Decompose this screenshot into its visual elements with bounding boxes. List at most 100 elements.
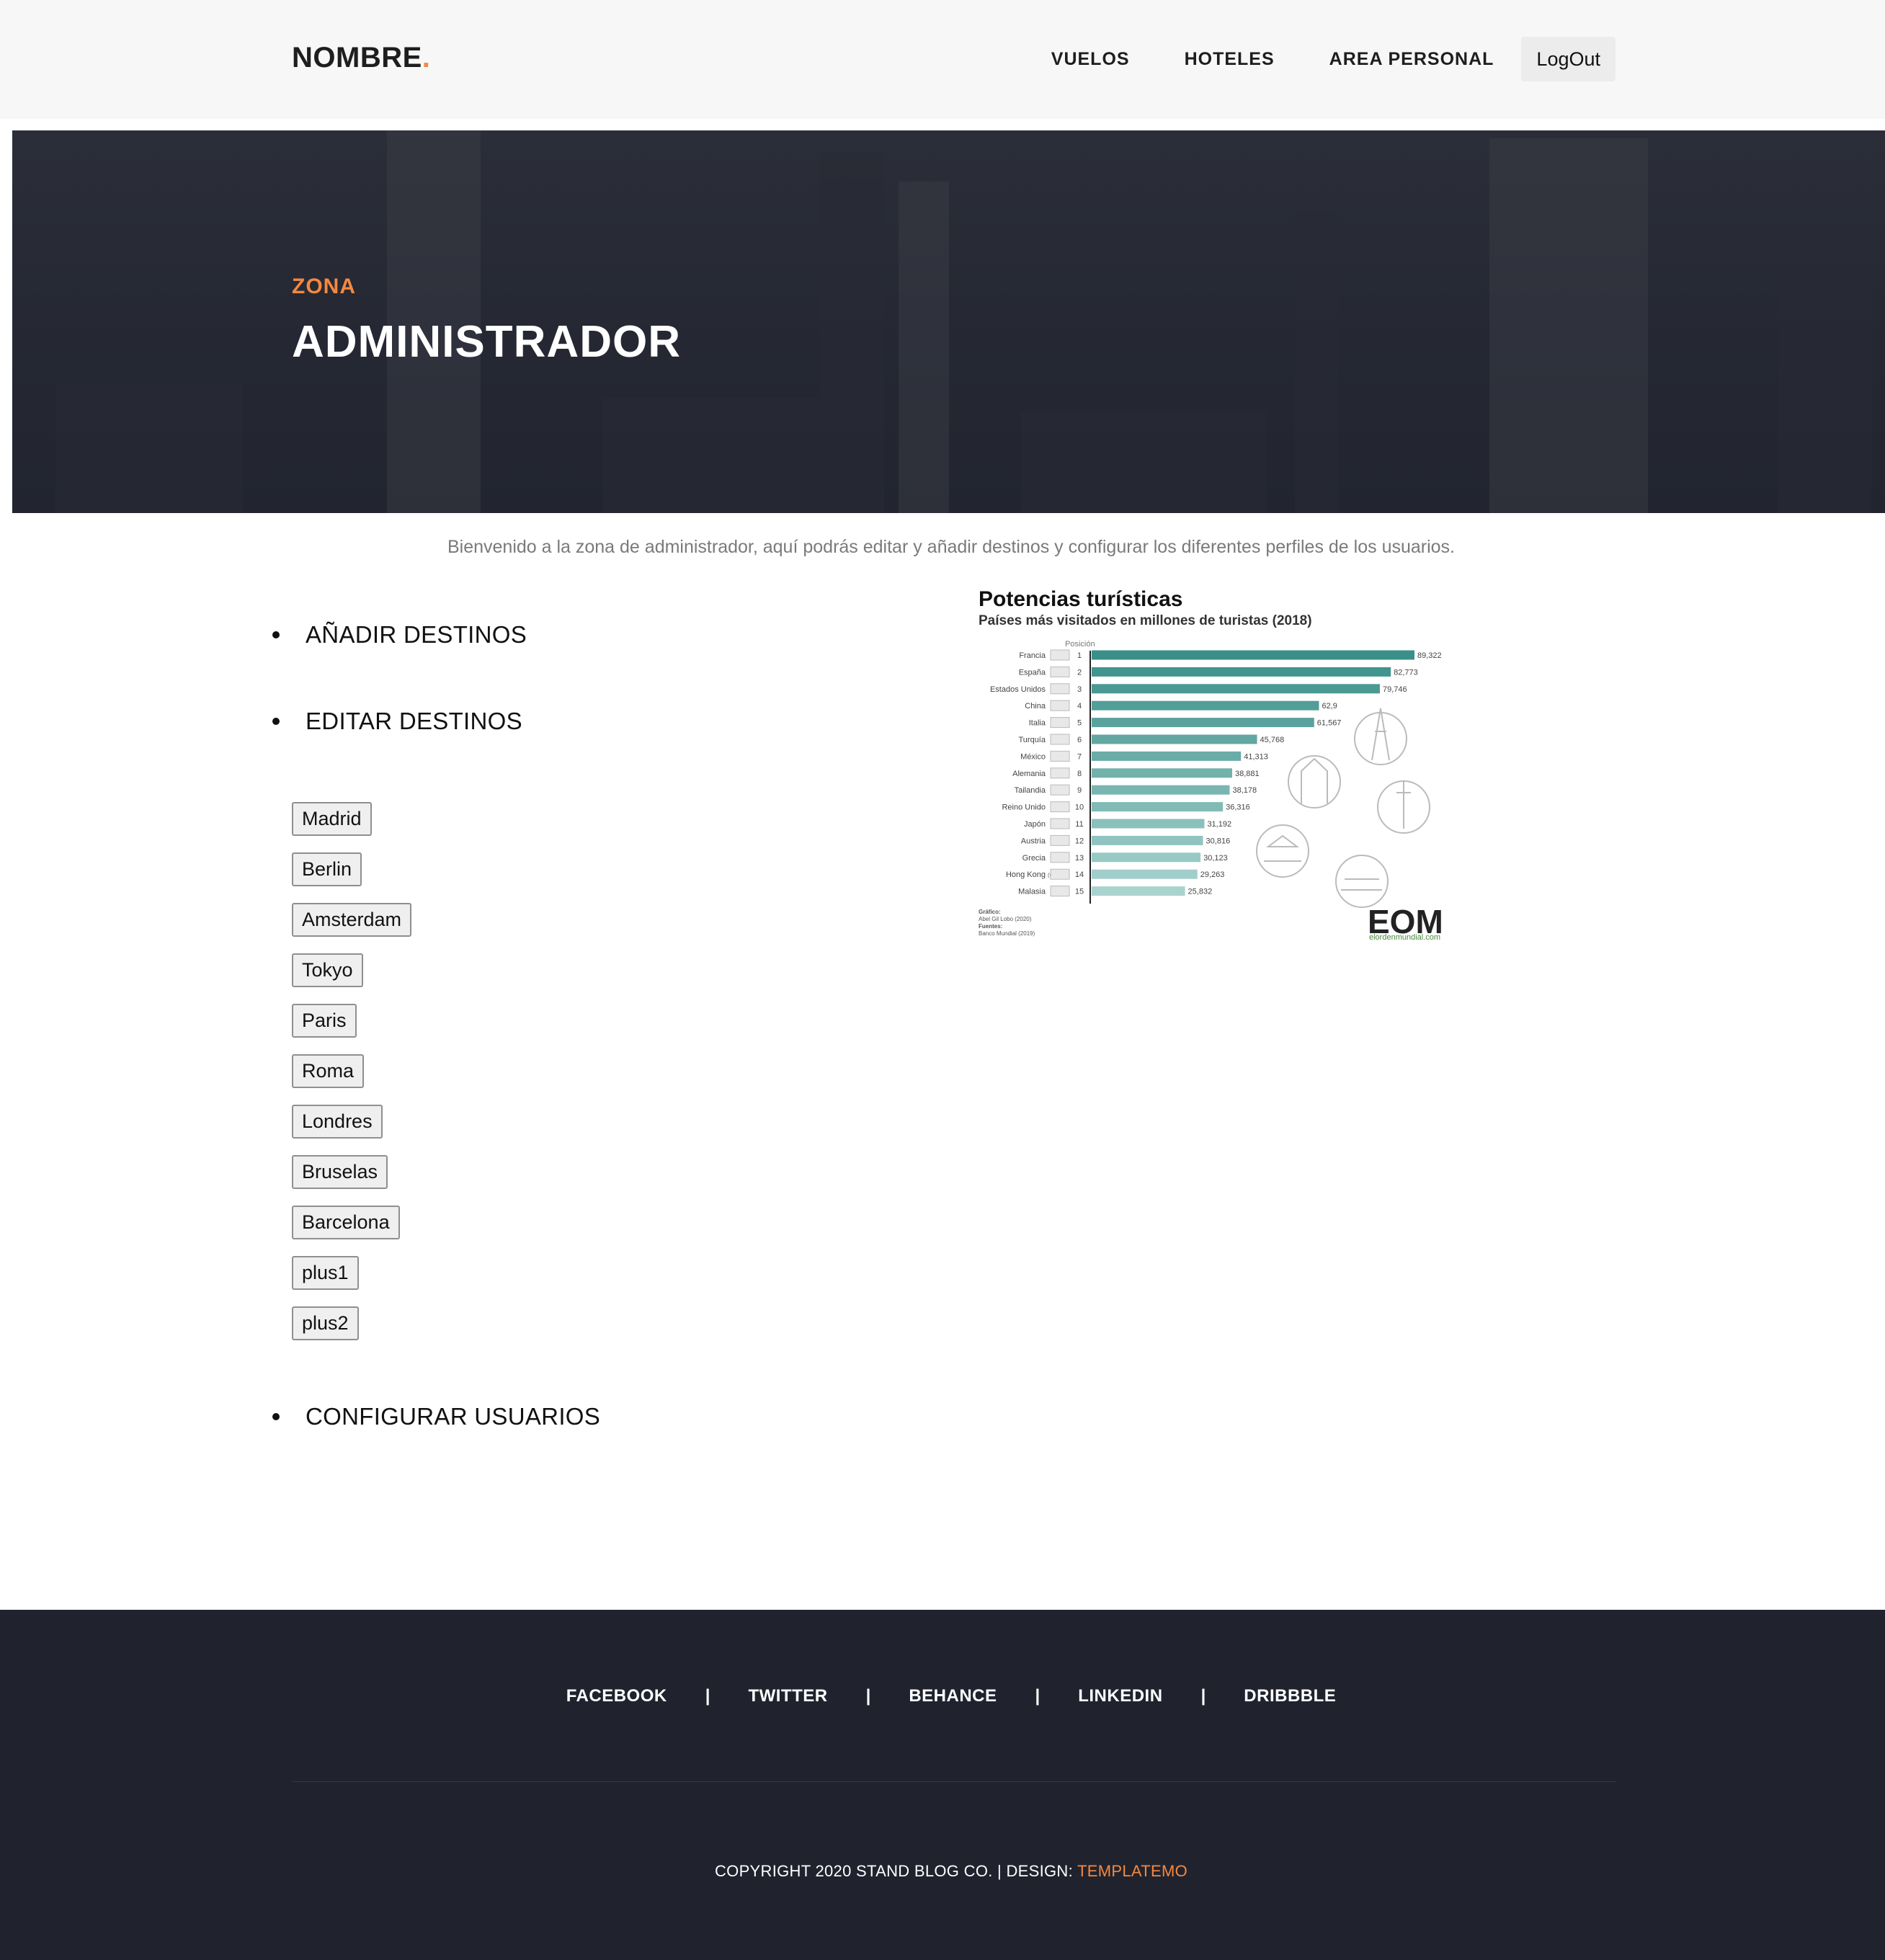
bullet-icon [272,1413,280,1420]
value-label: 62,9 [1322,702,1337,710]
section-label: AÑADIR DESTINOS [306,621,527,648]
flag-icon [1050,700,1070,711]
nav-area-personal[interactable]: AREA PERSONAL [1329,49,1494,70]
social-dribbble[interactable]: DRIBBBLE [1244,1686,1336,1706]
credit-text: Fuentes: [979,923,1002,930]
destination-button-barcelona[interactable]: Barcelona [292,1206,400,1239]
value-label: 38,178 [1232,786,1257,795]
category-label: Turquía [1018,736,1046,744]
category-label: Francia [1019,651,1046,660]
flag-icon [1050,649,1070,661]
position-label: 10 [1075,803,1084,812]
nav-vuelos[interactable]: VUELOS [1051,49,1130,70]
flag-icon [1050,767,1070,779]
chart-bar [1092,650,1414,660]
flag-icon [1050,886,1070,897]
copyright-label: COPYRIGHT 2020 STAND BLOG CO. | DESIGN: [714,1862,1078,1880]
bullet-icon [272,631,280,638]
site-logo[interactable]: NOMBRE. [292,42,430,74]
category-label: Japón [1024,820,1046,829]
destination-button-londres[interactable]: Londres [292,1105,383,1139]
position-label: 2 [1077,668,1082,677]
value-label: 45,768 [1260,736,1285,744]
destination-list: Madrid Berlin Amsterdam Tokyo Paris Roma… [292,802,412,1357]
category-label: Reino Unido [1002,803,1046,812]
separator: | [705,1686,710,1706]
hero-building [1021,412,1266,513]
flag-icon [1050,818,1070,829]
chart-bar [1092,751,1242,761]
category-label: Tailandia [1015,786,1046,795]
chart-bar [1092,802,1224,812]
separator: | [1200,1686,1206,1706]
credit-text: Gráfico: [979,909,1001,915]
chart-bar [1092,852,1201,863]
flag-icon [1050,801,1070,813]
footer-divider [292,1781,1616,1782]
destination-button-plus2[interactable]: plus2 [292,1306,359,1340]
position-label: 13 [1075,854,1084,863]
social-facebook[interactable]: FACEBOOK [566,1686,667,1706]
destination-button-madrid[interactable]: Madrid [292,802,372,836]
category-label: China [1025,702,1046,710]
hero-building [1489,138,1648,513]
hero-building [819,153,884,513]
hero-building [1295,210,1338,513]
tourism-chart: Potencias turísticas Países más visitado… [977,587,1448,940]
value-label: 61,567 [1317,719,1342,728]
chart-bar [1092,684,1380,694]
eom-url: elordenmundial.com [1369,933,1440,940]
value-label: 79,746 [1383,685,1407,694]
logout-button[interactable]: LogOut [1521,37,1616,81]
flag-icon [1050,734,1070,745]
value-label: 89,322 [1417,651,1442,660]
category-label: Estados Unidos [990,685,1046,694]
position-label: 14 [1075,870,1084,879]
destination-button-plus1[interactable]: plus1 [292,1256,359,1290]
flag-icon [1050,717,1070,729]
value-label: 25,832 [1188,888,1213,896]
category-label: Alemania [1012,770,1046,778]
destination-button-amsterdam[interactable]: Amsterdam [292,903,412,937]
category-label: Austria [1021,837,1046,845]
position-label: 6 [1077,736,1082,744]
category-label: Hong Kong [1006,870,1046,879]
flag-icon [1050,834,1070,846]
destination-button-paris[interactable]: Paris [292,1004,357,1038]
chart-bar [1092,869,1198,879]
hero-banner: ZONA ADMINISTRADOR [12,130,1885,513]
design-link[interactable]: TEMPLATEMO [1077,1862,1187,1880]
bullet-icon [272,718,280,725]
position-label: 3 [1077,685,1082,694]
chart-bar [1092,835,1203,845]
section-add-destinations[interactable]: AÑADIR DESTINOS [272,621,527,649]
destination-button-bruselas[interactable]: Bruselas [292,1155,388,1189]
destination-button-tokyo[interactable]: Tokyo [292,953,363,987]
social-behance[interactable]: BEHANCE [909,1686,997,1706]
position-label: 4 [1077,702,1082,710]
section-configure-users[interactable]: CONFIGURAR USUARIOS [272,1403,600,1430]
destination-button-berlin[interactable]: Berlin [292,852,362,886]
social-twitter[interactable]: TWITTER [748,1686,827,1706]
hero-building [899,182,949,513]
social-linkedin[interactable]: LINKEDIN [1078,1686,1162,1706]
flag-icon [1050,784,1070,796]
flag-icon [1050,683,1070,695]
chart-bar [1092,886,1185,896]
value-label: 31,192 [1207,820,1231,829]
hero-building [603,398,819,513]
value-label: 30,816 [1206,837,1231,845]
section-edit-destinations[interactable]: EDITAR DESTINOS [272,708,522,735]
value-label: 36,316 [1226,803,1250,812]
position-label: 9 [1077,786,1082,795]
value-label: 30,123 [1203,854,1228,863]
destination-button-roma[interactable]: Roma [292,1054,365,1088]
nav-hoteles[interactable]: HOTELES [1185,49,1275,70]
category-label: Grecia [1022,854,1046,863]
hero-title: ADMINISTRADOR [292,317,681,367]
position-label: 7 [1077,752,1082,761]
value-label: 41,313 [1244,752,1268,761]
category-label: México [1020,752,1046,761]
chart-plot: Posición 89,322 Francia 1 82,773 España 2 79,74… [979,640,1443,940]
position-label: 8 [1077,770,1082,778]
